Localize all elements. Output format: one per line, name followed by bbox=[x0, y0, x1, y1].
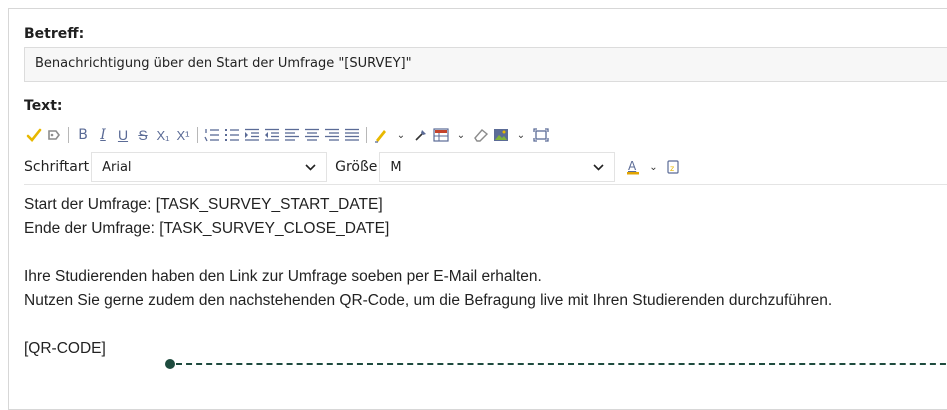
bold-button[interactable]: B bbox=[73, 125, 93, 145]
chevron-down-icon[interactable]: ⌄ bbox=[451, 125, 471, 145]
table-icon[interactable] bbox=[431, 125, 451, 145]
editor-line: Ihre Studierenden haben den Link zur Umf… bbox=[24, 268, 542, 285]
font-size-label: Größe bbox=[335, 159, 378, 175]
svg-text:A: A bbox=[628, 159, 637, 173]
rich-text-editor[interactable]: Start der Umfrage: [TASK_SURVEY_START_DA… bbox=[24, 193, 947, 361]
paste-icon[interactable] bbox=[24, 125, 44, 145]
fullscreen-icon[interactable] bbox=[531, 125, 551, 145]
svg-text:z: z bbox=[670, 164, 674, 173]
font-family-label: Schriftart bbox=[24, 159, 90, 175]
indent-icon[interactable] bbox=[242, 125, 262, 145]
chevron-down-icon bbox=[593, 161, 604, 174]
qr-code-placeholder: [QR-CODE] bbox=[24, 340, 106, 357]
eraser-icon[interactable] bbox=[471, 125, 491, 145]
font-size-select[interactable]: M bbox=[379, 152, 616, 182]
subscript-button[interactable]: X₁ bbox=[153, 125, 173, 145]
strikethrough-button[interactable]: S bbox=[133, 125, 153, 145]
editor-divider bbox=[24, 184, 947, 185]
annotation-dot bbox=[165, 359, 175, 369]
align-center-icon[interactable] bbox=[302, 125, 322, 145]
chevron-down-icon[interactable]: ⌄ bbox=[511, 125, 531, 145]
outdent-icon[interactable] bbox=[262, 125, 282, 145]
align-left-icon[interactable] bbox=[282, 125, 302, 145]
toolbar-separator bbox=[197, 127, 198, 143]
chevron-down-icon[interactable]: ⌄ bbox=[643, 157, 663, 177]
image-icon[interactable] bbox=[491, 125, 511, 145]
subject-label: Betreff: bbox=[24, 26, 85, 42]
formatting-toolbar: B I U S X₁ X¹ ⌄ ⌄ ⌄ bbox=[24, 124, 947, 146]
underline-button[interactable]: U bbox=[113, 125, 133, 145]
highlight-pen-icon[interactable] bbox=[371, 125, 391, 145]
superscript-button[interactable]: X¹ bbox=[173, 125, 193, 145]
annotation-dashed-line bbox=[176, 363, 947, 365]
link-icon[interactable] bbox=[411, 125, 431, 145]
font-color-icon[interactable]: A bbox=[623, 157, 643, 177]
toolbar-separator bbox=[68, 127, 69, 143]
ordered-list-icon[interactable] bbox=[202, 125, 222, 145]
editor-line: Ende der Umfrage: [TASK_SURVEY_CLOSE_DAT… bbox=[24, 220, 390, 237]
source-code-icon[interactable]: z bbox=[663, 157, 683, 177]
font-size-value: M bbox=[390, 159, 402, 175]
align-right-icon[interactable] bbox=[322, 125, 342, 145]
editor-line: Nutzen Sie gerne zudem den nachstehenden… bbox=[24, 292, 833, 309]
font-family-select[interactable]: Arial bbox=[91, 152, 328, 182]
editor-line: Start der Umfrage: [TASK_SURVEY_START_DA… bbox=[24, 196, 383, 213]
align-justify-icon[interactable] bbox=[342, 125, 362, 145]
font-toolbar: Schriftart Arial Größe M A ⌄ z bbox=[24, 152, 947, 182]
format-painter-icon[interactable] bbox=[44, 125, 64, 145]
chevron-down-icon[interactable]: ⌄ bbox=[391, 125, 411, 145]
unordered-list-icon[interactable] bbox=[222, 125, 242, 145]
subject-field[interactable]: Benachrichtigung über den Start der Umfr… bbox=[24, 47, 947, 82]
italic-button[interactable]: I bbox=[93, 125, 113, 145]
chevron-down-icon bbox=[305, 161, 316, 174]
toolbar-separator bbox=[366, 127, 367, 143]
text-label: Text: bbox=[24, 98, 63, 114]
font-family-value: Arial bbox=[102, 159, 132, 175]
